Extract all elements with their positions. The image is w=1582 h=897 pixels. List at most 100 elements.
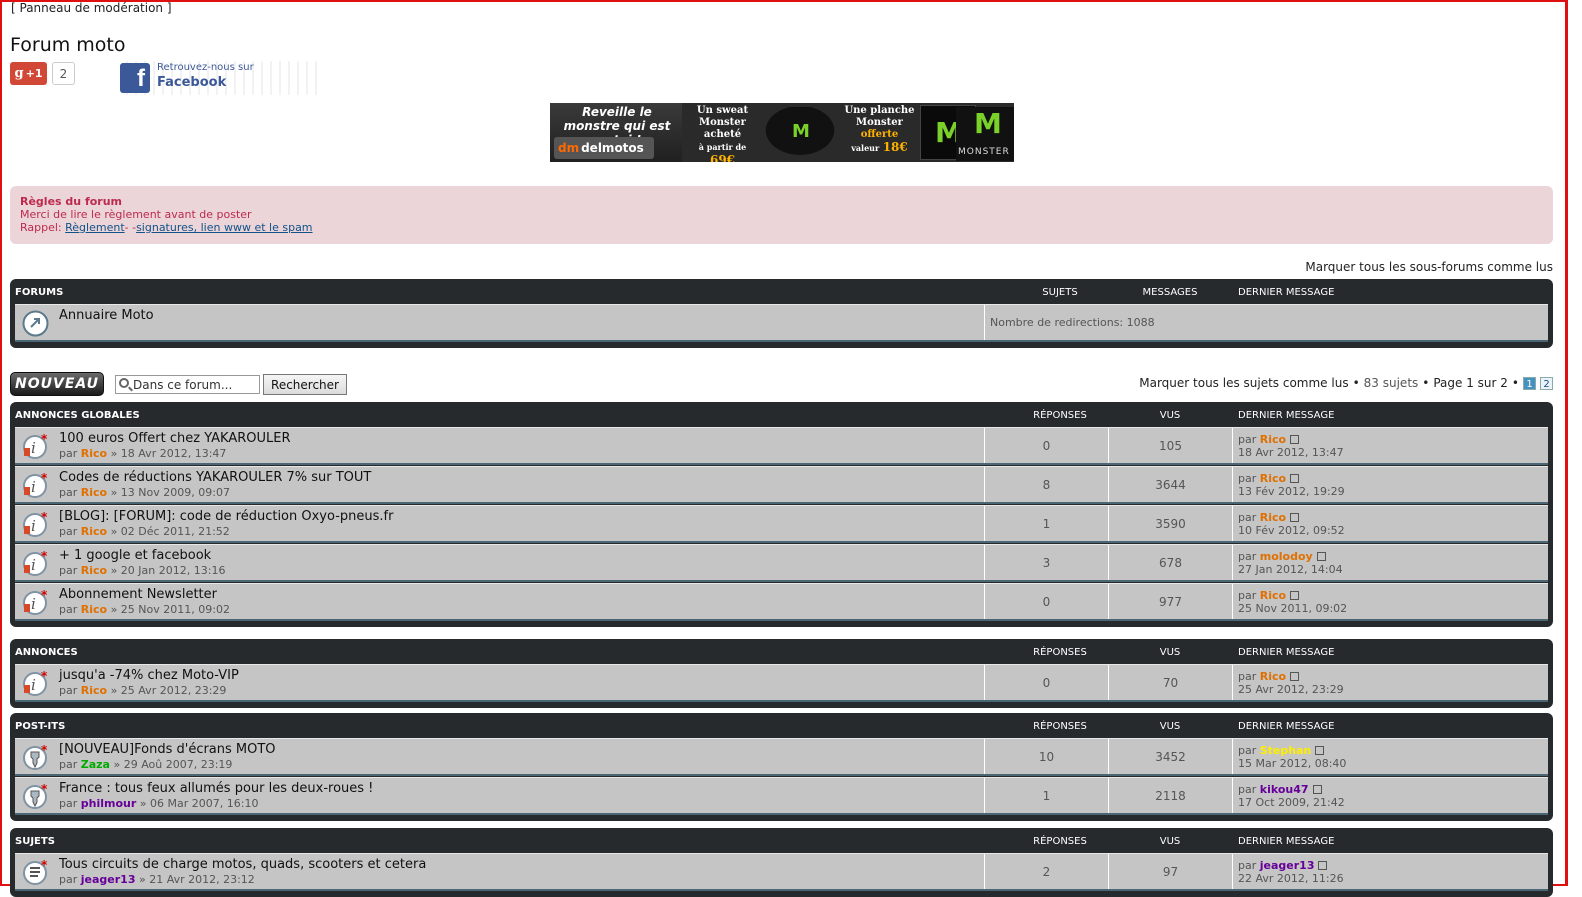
pagination-info: Marquer tous les sujets comme lus • 83 s…: [1139, 376, 1553, 390]
ad-banner[interactable]: Reveille le monstre qui est en toi ! dmd…: [550, 103, 1014, 162]
last-author-link[interactable]: Rico: [1260, 589, 1286, 602]
svg-text:i: i: [31, 595, 36, 613]
last-author-link[interactable]: Rico: [1260, 433, 1286, 446]
view-latest-post-icon[interactable]: [1290, 435, 1300, 444]
view-latest-post-icon[interactable]: [1290, 591, 1300, 600]
forum-title-link[interactable]: Annuaire Moto: [59, 308, 154, 323]
topic-author-link[interactable]: Rico: [81, 486, 107, 499]
last-author-link[interactable]: Rico: [1260, 511, 1286, 524]
topic-replies: 1: [984, 778, 1108, 813]
topic-row[interactable]: i * [BLOG]: [FORUM]: code de réduction Oxy…: [15, 505, 1548, 543]
topic-replies: 3: [984, 545, 1108, 580]
view-latest-post-icon[interactable]: [1318, 861, 1328, 870]
section-header: ANNONCES RÉPONSES VUS DERNIER MESSAGE: [15, 639, 1548, 664]
bullet-3: •: [1511, 376, 1519, 390]
topic-title-link[interactable]: Tous circuits de charge motos, quads, sc…: [59, 857, 426, 872]
mark-topics-read-link[interactable]: Marquer tous les sujets comme lus: [1139, 376, 1348, 390]
last-author-link[interactable]: molodoy: [1260, 550, 1313, 563]
google-plus-button[interactable]: g +1: [10, 62, 47, 85]
new-topic-button[interactable]: NOUVEAU: [10, 372, 104, 396]
view-latest-post-icon[interactable]: [1315, 746, 1325, 755]
facebook-caption: Retrouvez-nous sur: [157, 62, 254, 73]
topic-row[interactable]: * Tous circuits de charge motos, quads, s…: [15, 853, 1548, 891]
topic-by: par: [59, 603, 78, 616]
last-date: 25 Nov 2011, 09:02: [1238, 602, 1348, 615]
view-latest-post-icon[interactable]: [1290, 672, 1300, 681]
topic-title-link[interactable]: jusqu'a -74% chez Moto-VIP: [59, 668, 239, 683]
topic-last-post: par Rico 10 Fév 2012, 09:52: [1232, 506, 1553, 541]
topic-title-link[interactable]: Codes de réductions YAKAROULER 7% sur TO…: [59, 470, 371, 485]
topic-last-post: par jeager13 22 Avr 2012, 11:26: [1232, 854, 1553, 889]
last-by: par: [1238, 472, 1257, 485]
topic-title-link[interactable]: France : tous feux allumés pour les deux…: [59, 781, 373, 796]
section-sujets: SUJETS RÉPONSES VUS DERNIER MESSAGE * Tous ci…: [10, 828, 1553, 897]
last-author-link[interactable]: Rico: [1260, 670, 1286, 683]
topic-author-link[interactable]: Rico: [81, 525, 107, 538]
topic-row[interactable]: i * Codes de réductions YAKAROULER 7% sur …: [15, 466, 1548, 504]
google-plus-label: +1: [25, 67, 43, 80]
facebook-link[interactable]: f Retrouvez-nous sur Facebook: [119, 61, 319, 95]
header-subjects: SUJETS: [1042, 287, 1078, 298]
topic-author-link[interactable]: Rico: [81, 447, 107, 460]
topic-author-link[interactable]: Zaza: [81, 758, 110, 771]
mark-subforums-read-link[interactable]: Marquer tous les sous-forums comme lus: [1305, 260, 1553, 274]
page-2[interactable]: 2: [1540, 376, 1553, 390]
topic-row[interactable]: * France : tous feux allumés pour les deu…: [15, 777, 1548, 815]
topic-meta: par Rico » 13 Nov 2009, 09:07: [59, 486, 230, 499]
moderation-panel-link[interactable]: [ Panneau de modération ]: [11, 1, 172, 15]
topic-views: 97: [1108, 854, 1232, 889]
topic-views: 105: [1108, 428, 1232, 463]
topic-author-link[interactable]: philmour: [81, 797, 137, 810]
topic-title-link[interactable]: Abonnement Newsletter: [59, 587, 217, 602]
topic-row[interactable]: i * 100 euros Offert chez YAKAROULER par Ri…: [15, 427, 1548, 465]
topic-by: par: [59, 564, 78, 577]
topic-views: 977: [1108, 584, 1232, 619]
topic-row[interactable]: i * jusqu'a -74% chez Moto-VIP par Rico » 2…: [15, 664, 1548, 702]
redirect-count: Nombre de redirections: 1088: [984, 305, 1553, 340]
last-author-link[interactable]: Stephan: [1260, 744, 1312, 757]
topic-title-link[interactable]: + 1 google et facebook: [59, 548, 211, 563]
topic-author-link[interactable]: Rico: [81, 564, 107, 577]
topic-title-link[interactable]: 100 euros Offert chez YAKAROULER: [59, 431, 291, 446]
topic-title-link[interactable]: [NOUVEAU]Fonds d'écrans MOTO: [59, 742, 276, 757]
topic-author-link[interactable]: jeager13: [81, 873, 136, 886]
topic-last-post: par Rico 13 Fév 2012, 19:29: [1232, 467, 1553, 502]
banner-offer-2-gold: offerte: [860, 129, 899, 140]
view-latest-post-icon[interactable]: [1316, 552, 1326, 561]
topics-count: 83 sujets: [1363, 376, 1419, 390]
page-1[interactable]: 1: [1523, 376, 1536, 390]
section-label: SUJETS: [15, 836, 55, 847]
banner-offer-2-text: Une planche Monster: [844, 105, 915, 128]
rules-link-reglement[interactable]: Règlement: [65, 221, 125, 234]
view-latest-post-icon[interactable]: [1312, 785, 1322, 794]
rules-link-signatures[interactable]: signatures, lien www et le spam: [136, 221, 312, 234]
last-date: 18 Avr 2012, 13:47: [1238, 446, 1344, 459]
header-last-message: DERNIER MESSAGE: [1238, 721, 1335, 732]
search-button[interactable]: Rechercher: [263, 374, 347, 395]
svg-text:*: *: [41, 432, 48, 446]
last-author-link[interactable]: kikou47: [1260, 783, 1309, 796]
topic-date: » 13 Nov 2009, 09:07: [110, 486, 230, 499]
forum-search-input[interactable]: [133, 376, 258, 393]
topic-date: » 25 Nov 2011, 09:02: [110, 603, 230, 616]
topic-row[interactable]: * [NOUVEAU]Fonds d'écrans MOTO par Zaza » …: [15, 738, 1548, 776]
topic-title-link[interactable]: [BLOG]: [FORUM]: code de réduction Oxyo-…: [59, 509, 393, 524]
topic-author-link[interactable]: Rico: [81, 684, 107, 697]
topic-meta: par Rico » 25 Avr 2012, 23:29: [59, 684, 226, 697]
last-author-link[interactable]: jeager13: [1260, 859, 1315, 872]
view-latest-post-icon[interactable]: [1290, 513, 1300, 522]
last-by: par: [1238, 670, 1257, 683]
last-date: 10 Fév 2012, 09:52: [1238, 524, 1345, 537]
topic-author-link[interactable]: Rico: [81, 603, 107, 616]
topic-by: par: [59, 486, 78, 499]
last-author-link[interactable]: Rico: [1260, 472, 1286, 485]
svg-text:*: *: [41, 549, 48, 563]
forum-row-annuaire[interactable]: Annuaire Moto Nombre de redirections: 10…: [15, 304, 1548, 342]
topic-row[interactable]: i * Abonnement Newsletter par Rico » 25 Nov…: [15, 583, 1548, 621]
svg-text:*: *: [41, 510, 48, 524]
section-header: POST-ITS RÉPONSES VUS DERNIER MESSAGE: [15, 713, 1548, 738]
topic-row[interactable]: i * + 1 google et facebook par Rico » 20 Ja…: [15, 544, 1548, 582]
view-latest-post-icon[interactable]: [1290, 474, 1300, 483]
last-date: 25 Avr 2012, 23:29: [1238, 683, 1344, 696]
topic-meta: par Rico » 18 Avr 2012, 13:47: [59, 447, 226, 460]
